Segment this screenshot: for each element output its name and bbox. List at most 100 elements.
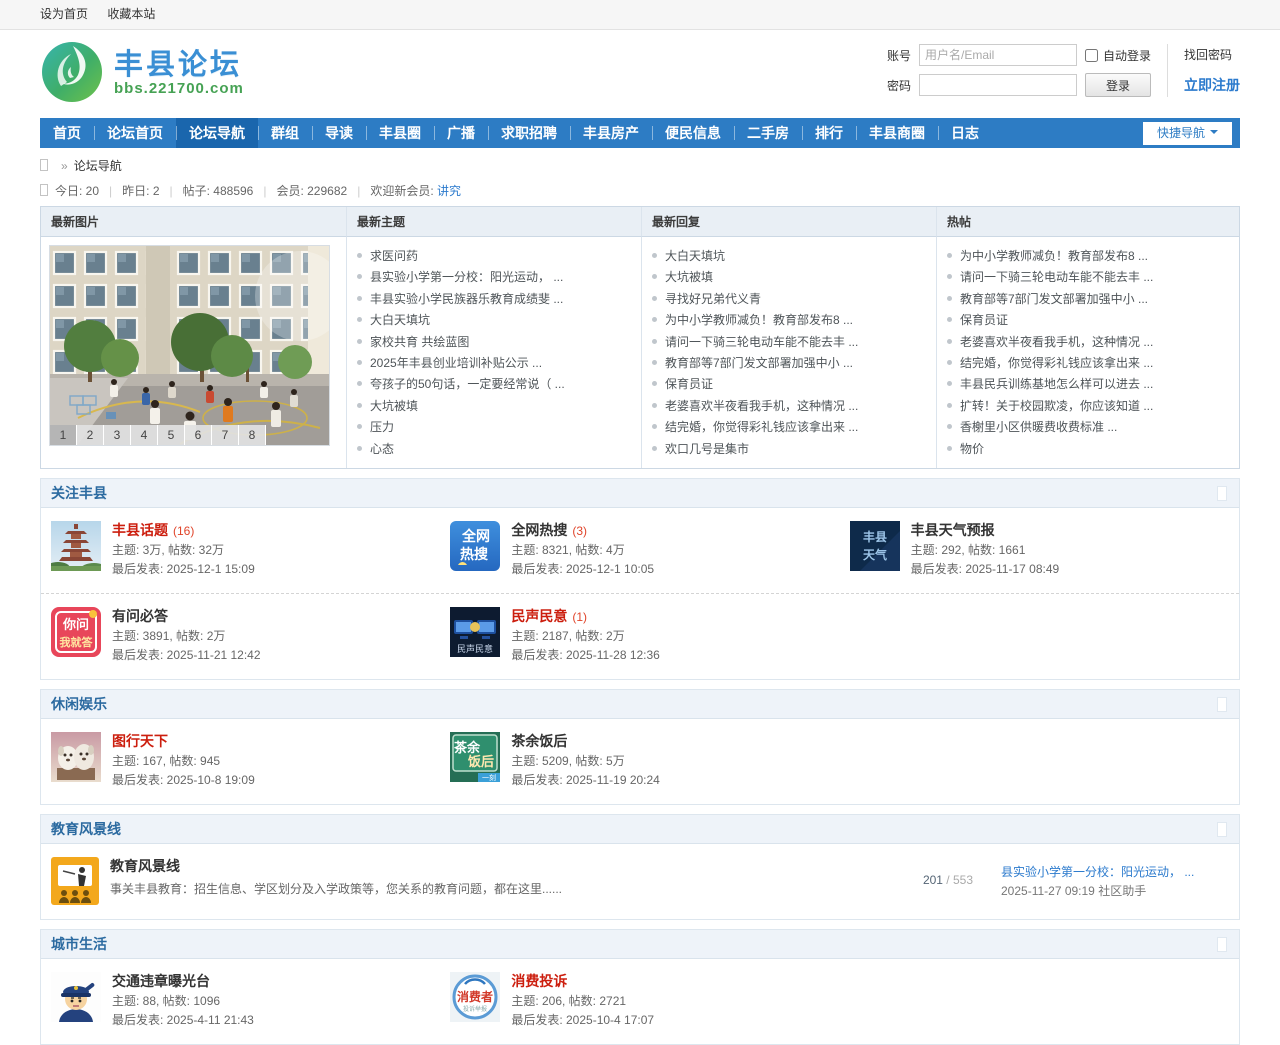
topic-link[interactable]: 大白天填坑 [357,310,631,331]
forum-new-count: (3) [572,524,587,538]
collapse-icon[interactable] [1217,937,1227,952]
topic-link[interactable]: 请问一下骑三轮电动车能不能去丰 ... [947,267,1229,288]
topic-link[interactable]: 大坑被填 [357,396,631,417]
topic-link[interactable]: 为中小学教师减负！教育部发布8 ... [947,246,1229,267]
latest-photo[interactable]: 12345678 [49,245,330,446]
forum-stats: 主题: 206, 帖数: 2721 [511,992,654,1011]
forum-link[interactable]: 交通违章曝光台 [112,973,210,989]
pager-item[interactable]: 3 [104,425,131,445]
nav-item[interactable]: 首页 [40,118,94,148]
topic-link[interactable]: 物价 [947,439,1229,460]
site-header: 丰县论坛 bbs.221700.com 账号 自动登录 密码 登录 找回密码 立… [40,30,1240,118]
pager-item[interactable]: 6 [185,425,212,445]
topic-link[interactable]: 大坑被填 [652,267,926,288]
nav-item[interactable]: 丰县圈 [366,118,434,148]
account-input[interactable] [919,44,1077,66]
home-icon[interactable] [40,159,48,171]
topic-link[interactable]: 丰县民兵训练基地怎么样可以进去 ... [947,374,1229,395]
consumer-complaint-icon[interactable]: 消费者投诉举报 [450,972,500,1022]
public-voice-icon[interactable]: 民声民意 [450,607,500,657]
lastpost-link[interactable]: 县实验小学第一分校：阳光运动， ... [1001,863,1229,882]
topic-link[interactable]: 大白天填坑 [652,246,926,267]
topic-link[interactable]: 为中小学教师减负！教育部发布8 ... [652,310,926,331]
topic-link[interactable]: 夸孩子的50句话，一定要经常说（ ... [357,374,631,395]
tea-chat-icon[interactable]: 茶余饭后一刻 [450,732,500,782]
collapse-icon[interactable] [1217,697,1227,712]
forum-link[interactable]: 民声民意 [511,608,567,624]
find-password-link[interactable]: 找回密码 [1184,46,1240,63]
topic-link[interactable]: 欢口几号是集市 [652,439,926,460]
nav-item[interactable]: 便民信息 [652,118,734,148]
nav-item[interactable]: 广播 [434,118,488,148]
topic-link[interactable]: 保育员证 [947,310,1229,331]
forum-link[interactable]: 丰县话题 [112,522,168,538]
forum-link[interactable]: 消费投诉 [511,973,567,989]
nav-item[interactable]: 导读 [312,118,366,148]
forum-link[interactable]: 有问必答 [112,608,168,624]
topic-link[interactable]: 结完婚，你觉得彩礼钱应该拿出来 ... [947,353,1229,374]
topic-link[interactable]: 丰县实验小学民族器乐教育成绩斐 ... [357,289,631,310]
topic-link[interactable]: 扩转！关于校园欺凌，你应该知道 ... [947,396,1229,417]
col-header-latest-replies: 最新回复 [641,207,936,237]
ask-answer-icon[interactable]: 你问我就答 [51,607,101,657]
topic-link[interactable]: 县实验小学第一分校：阳光运动， ... [357,267,631,288]
site-logo[interactable]: 丰县论坛 bbs.221700.com [40,40,244,107]
nav-item[interactable]: 论坛导航 [176,118,258,148]
svg-text:投诉举报: 投诉举报 [463,1005,487,1013]
login-button[interactable]: 登录 [1085,73,1151,97]
topic-link[interactable]: 心态 [357,439,631,460]
nav-item[interactable]: 丰县商圈 [856,118,938,148]
collapse-icon[interactable] [1217,486,1227,501]
education-icon[interactable] [51,857,99,905]
pager-item[interactable]: 8 [239,425,266,445]
nav-item[interactable]: 排行 [802,118,856,148]
topic-link[interactable]: 压力 [357,417,631,438]
pager-item[interactable]: 2 [77,425,104,445]
pagoda-icon[interactable] [51,521,101,571]
pager-item[interactable]: 4 [131,425,158,445]
quick-nav-button[interactable]: 快捷导航 [1143,122,1232,145]
topic-link[interactable]: 教育部等7部门发文部署加强中小 ... [947,289,1229,310]
pager-item[interactable]: 1 [50,425,77,445]
pager-item[interactable]: 7 [212,425,239,445]
topic-link[interactable]: 教育部等7部门发文部署加强中小 ... [652,353,926,374]
forum-link[interactable]: 教育风景线 [110,858,180,874]
forum-link[interactable]: 丰县天气预报 [911,522,995,538]
forum-link[interactable]: 茶余饭后 [511,733,567,749]
photo-world-icon[interactable] [51,732,101,782]
topic-link[interactable]: 寻找好兄弟代义青 [652,289,926,310]
nav-item[interactable]: 求职招聘 [488,118,570,148]
topic-link[interactable]: 求医问药 [357,246,631,267]
traffic-police-icon[interactable] [51,972,101,1022]
nav-item[interactable]: 论坛首页 [94,118,176,148]
breadcrumb-current[interactable]: 论坛导航 [74,159,122,173]
pager-item[interactable]: 5 [158,425,185,445]
forum-link[interactable]: 图行天下 [112,733,168,749]
forum-link[interactable]: 全网热搜 [511,522,567,538]
hot-search-icon[interactable]: 全网热搜 [450,521,500,571]
bookmark-site-link[interactable]: 收藏本站 [107,7,155,21]
newest-member-link[interactable]: 讲究 [437,184,461,198]
topic-link[interactable]: 香榭里小区供暖费收费标准 ... [947,417,1229,438]
topic-link[interactable]: 保育员证 [652,374,926,395]
auto-login-checkbox[interactable] [1085,49,1098,62]
nav-item[interactable]: 二手房 [734,118,802,148]
password-input[interactable] [919,74,1077,96]
col-header-latest-images: 最新图片 [41,207,346,237]
topic-link[interactable]: 结完婚，你觉得彩礼钱应该拿出来 ... [652,417,926,438]
register-link[interactable]: 立即注册 [1184,75,1240,95]
set-homepage-link[interactable]: 设为首页 [40,7,88,21]
topic-link[interactable]: 老婆喜欢半夜看我手机，这种情况 ... [652,396,926,417]
topic-link[interactable]: 2025年丰县创业培训补贴公示 ... [357,353,631,374]
topic-link[interactable]: 老婆喜欢半夜看我手机，这种情况 ... [947,332,1229,353]
weather-icon[interactable]: 丰县天气 [850,521,900,571]
nav-item[interactable]: 群组 [258,118,312,148]
nav-item[interactable]: 日志 [938,118,992,148]
latest-panel: 最新图片 最新主题 最新回复 热帖 [40,206,1240,469]
nav-item[interactable]: 丰县房产 [570,118,652,148]
topic-link[interactable]: 请问一下骑三轮电动车能不能去丰 ... [652,332,926,353]
collapse-icon[interactable] [1217,822,1227,837]
topic-link[interactable]: 家校共育 共绘蓝图 [357,332,631,353]
forum-lastpost: 县实验小学第一分校：阳光运动， ...2025-11-27 09:19 社区助手 [1001,863,1229,901]
svg-text:丰县: 丰县 [863,529,887,544]
